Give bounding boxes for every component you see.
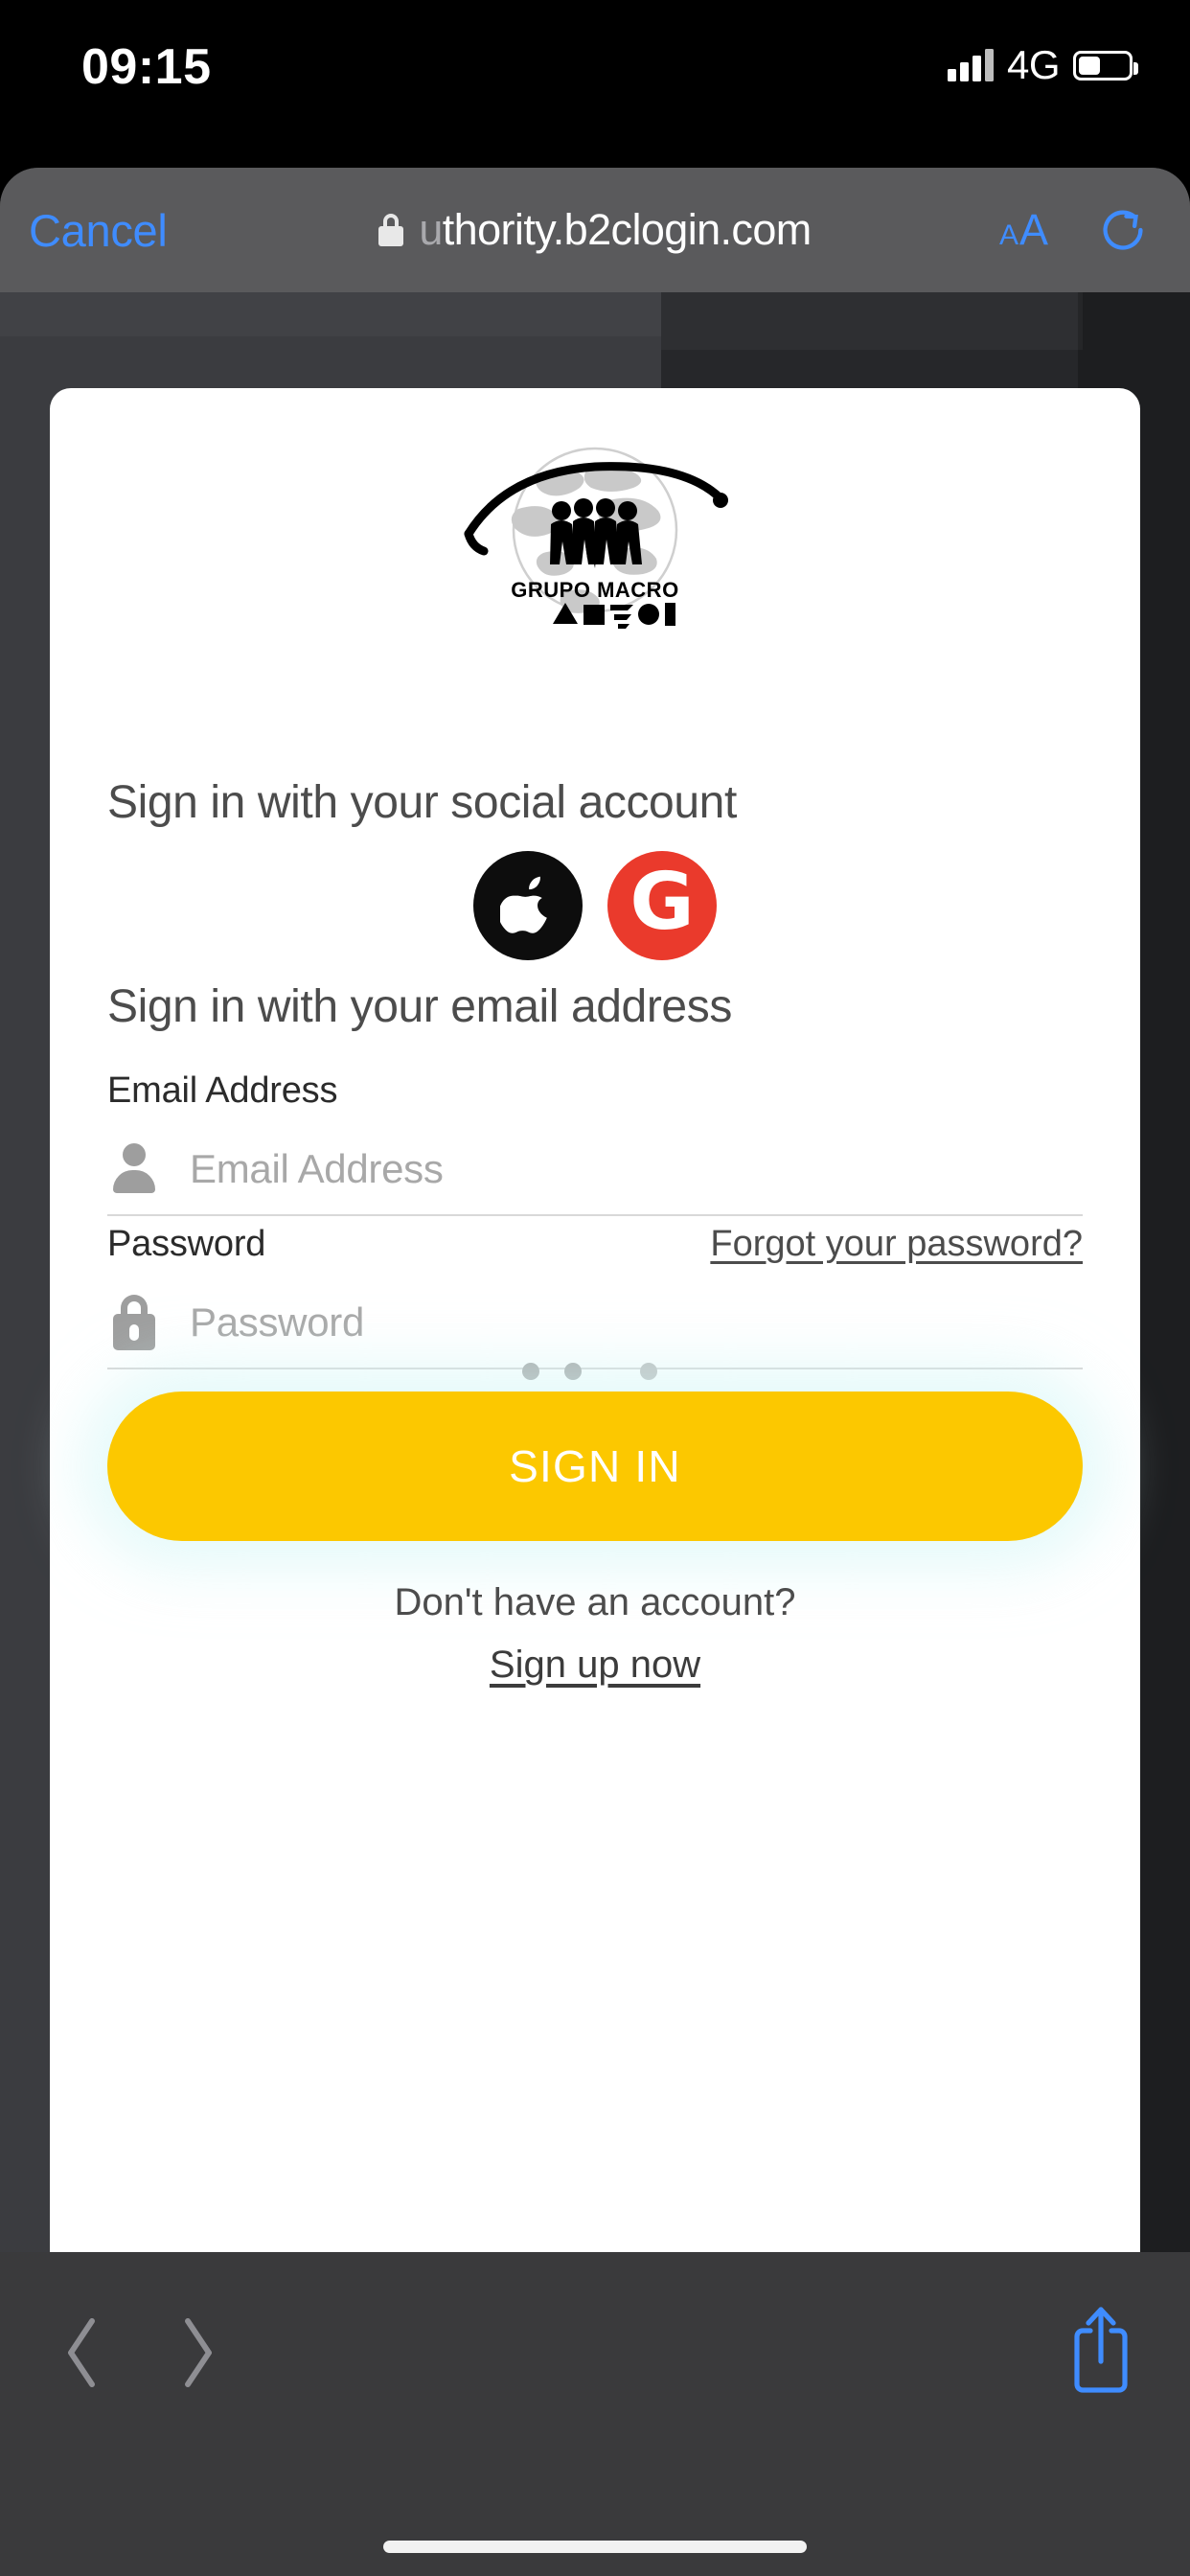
share-icon — [1074, 2307, 1128, 2393]
background-shape — [661, 292, 1083, 350]
status-indicators: 4G — [947, 42, 1138, 88]
email-field-label: Email Address — [107, 1070, 338, 1111]
social-buttons-row: G — [50, 851, 1140, 960]
social-signin-heading: Sign in with your social account — [107, 777, 737, 828]
google-icon: G — [629, 857, 695, 948]
grupo-macro-logo-icon: GRUPO MACRO — [464, 447, 728, 629]
password-field-label: Password — [107, 1224, 266, 1264]
password-input-placeholder: Password — [190, 1300, 365, 1345]
chevron-left-icon — [68, 2318, 95, 2387]
status-bar: 09:15 4G — [0, 0, 1190, 168]
text-size-large-a: A — [1018, 205, 1048, 254]
safari-modal-sheet: Cancel uthority.b2clogin.com A A GRUPO M… — [0, 168, 1190, 2576]
home-indicator — [383, 2541, 807, 2553]
chevron-right-icon — [185, 2318, 212, 2387]
grupo-macro-logo: GRUPO MACRO — [451, 446, 739, 647]
background-shape — [0, 292, 661, 336]
cellular-bars-icon — [947, 49, 994, 81]
address-bar-url-text: thority.b2clogin.com — [442, 205, 812, 254]
email-signin-heading: Sign in with your email address — [107, 981, 732, 1032]
text-size-button[interactable]: A A — [999, 205, 1048, 255]
person-icon — [107, 1141, 161, 1197]
email-input-row[interactable]: Email Address — [107, 1124, 1083, 1216]
share-button[interactable] — [1071, 2304, 1131, 2401]
reload-button[interactable] — [1098, 205, 1148, 255]
lock-icon — [378, 214, 404, 246]
forward-button[interactable] — [172, 2310, 222, 2401]
address-bar-url: uthority.b2clogin.com — [419, 205, 812, 255]
network-type-label: 4G — [1006, 42, 1061, 87]
forgot-password-link[interactable]: Forgot your password? — [710, 1224, 1083, 1265]
address-bar-url-prefix: u — [419, 205, 443, 254]
apple-signin-button[interactable] — [473, 851, 583, 960]
signup-link[interactable]: Sign up now — [490, 1644, 700, 1686]
apple-icon — [500, 876, 547, 933]
password-input-row[interactable]: Password — [107, 1277, 1083, 1369]
battery-icon — [1073, 50, 1138, 80]
signup-link-row: Sign up now — [50, 1644, 1140, 1687]
three-dots-loading-icon — [50, 1363, 1140, 1382]
email-input-placeholder: Email Address — [190, 1146, 444, 1191]
google-signin-button[interactable]: G — [607, 851, 717, 960]
sign-in-button[interactable]: SIGN IN — [107, 1392, 1083, 1541]
logo-wordmark: GRUPO MACRO — [511, 578, 678, 602]
text-size-small-a: A — [998, 219, 1018, 251]
signup-question-text: Don't have an account? — [394, 1581, 796, 1623]
phone-screen: 09:15 4G Cancel uthority.b2clogin.com A … — [0, 0, 1190, 2576]
web-page-viewport: GRUPO MACRO Sign in with your social acc… — [0, 292, 1190, 2420]
login-card: GRUPO MACRO Sign in with your social acc… — [50, 388, 1140, 2314]
logo-container: GRUPO MACRO — [50, 446, 1140, 647]
lock-icon — [107, 1295, 161, 1350]
status-time: 09:15 — [81, 39, 212, 95]
back-button[interactable] — [57, 2310, 107, 2401]
browser-navigation-bar: Cancel uthority.b2clogin.com A A — [0, 168, 1190, 292]
browser-bottom-toolbar — [0, 2252, 1190, 2576]
reload-icon — [1103, 210, 1143, 250]
